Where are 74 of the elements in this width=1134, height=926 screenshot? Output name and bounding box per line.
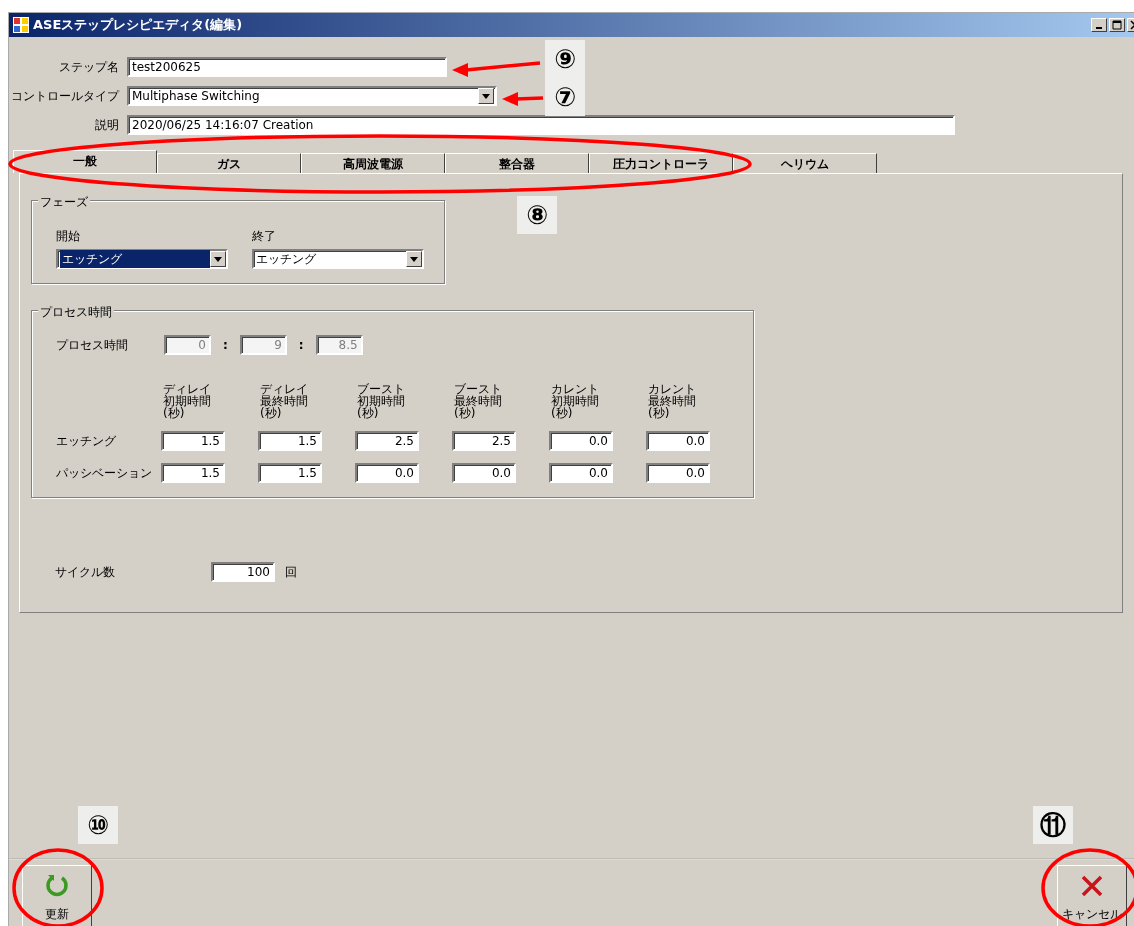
column-header: 最終時間	[648, 395, 697, 407]
group-title: プロセス時間	[38, 303, 114, 321]
tab[interactable]: 一般	[13, 150, 157, 173]
field-label: プロセス時間	[56, 337, 129, 354]
column-header: 最終時間	[260, 395, 309, 407]
field-label: 終了	[252, 228, 277, 245]
dropdown-value: エッチング	[60, 250, 210, 268]
column-header: ブースト	[357, 383, 406, 395]
input-field[interactable]: 2020/06/25 14:16:07 Creation	[127, 115, 955, 135]
refresh-button[interactable]: 更新	[22, 865, 92, 926]
input-field[interactable]: 100	[211, 562, 275, 582]
field-label: コントロールタイプ	[10, 88, 119, 105]
column-header: 初期時間	[551, 395, 600, 407]
annotation-arrow	[502, 92, 544, 106]
column-header: (秒)	[648, 407, 670, 419]
tab[interactable]: ヘリウム	[733, 153, 877, 173]
unit-label: 回	[285, 564, 297, 581]
column-header: 最終時間	[454, 395, 503, 407]
separator-text: :	[223, 337, 228, 354]
input-field[interactable]: test200625	[127, 57, 447, 77]
tab[interactable]: 高周波電源	[301, 153, 445, 173]
app-icon	[13, 17, 29, 33]
field-label: サイクル数	[55, 564, 116, 581]
input-field[interactable]: 2.5	[355, 431, 419, 451]
field-label: 説明	[94, 117, 119, 134]
column-header: (秒)	[163, 407, 185, 419]
minimize-icon	[1096, 27, 1102, 29]
input-field[interactable]: 1.5	[161, 431, 225, 451]
annotation-number: ⑨	[545, 40, 585, 78]
input-field[interactable]: 0.0	[452, 463, 516, 483]
input-field[interactable]: 0.0	[646, 463, 710, 483]
column-header: カレント	[551, 383, 600, 395]
window-title: ASEステップレシピエディタ(編集)	[33, 16, 243, 35]
separator-text: :	[298, 337, 304, 354]
dropdown-value: エッチング	[256, 251, 316, 268]
tab[interactable]: ガス	[157, 153, 301, 173]
column-header: ブースト	[454, 383, 503, 395]
input-field[interactable]: 1.5	[258, 431, 322, 451]
maximize-button[interactable]	[1109, 18, 1125, 32]
input-field[interactable]: 0.0	[646, 431, 710, 451]
input-field[interactable]: 0.0	[549, 463, 613, 483]
group-title: フェーズ	[38, 193, 90, 211]
dropdown-value: Multiphase Switching	[132, 88, 260, 105]
annotation-number: ⑦	[545, 78, 585, 116]
field-label: 開始	[56, 228, 81, 245]
input-field[interactable]: 2.5	[452, 431, 516, 451]
input-field[interactable]: 0.0	[355, 463, 419, 483]
dropdown[interactable]: エッチング	[56, 249, 228, 269]
annotation-number: ⑩	[78, 806, 118, 844]
column-header: ディレイ	[260, 383, 309, 395]
field-label: ステップ名	[58, 59, 119, 76]
column-header: 初期時間	[163, 395, 212, 407]
column-header: (秒)	[260, 407, 282, 419]
maximize-icon	[1112, 20, 1122, 30]
dropdown[interactable]: エッチング	[252, 249, 424, 269]
input-field[interactable]: 1.5	[161, 463, 225, 483]
annotation-number: ⑧	[517, 196, 557, 234]
row-label: パッシベーション	[56, 465, 153, 482]
column-header: カレント	[648, 383, 697, 395]
refresh-icon	[44, 873, 70, 899]
column-header: 初期時間	[357, 395, 406, 407]
tab[interactable]: 整合器	[445, 153, 589, 173]
column-header: (秒)	[551, 407, 573, 419]
input-field[interactable]: 1.5	[258, 463, 322, 483]
column-header: (秒)	[357, 407, 379, 419]
row-label: エッチング	[56, 433, 117, 450]
tab[interactable]: 圧力コントローラ	[589, 153, 733, 173]
dropdown[interactable]: Multiphase Switching	[127, 86, 497, 106]
column-header: (秒)	[454, 407, 476, 419]
annotation-number: ⑪	[1033, 806, 1073, 844]
close-icon	[1079, 873, 1105, 899]
column-header: ディレイ	[163, 383, 212, 395]
input-field[interactable]: 0.0	[549, 431, 613, 451]
minimize-button[interactable]	[1091, 18, 1107, 32]
